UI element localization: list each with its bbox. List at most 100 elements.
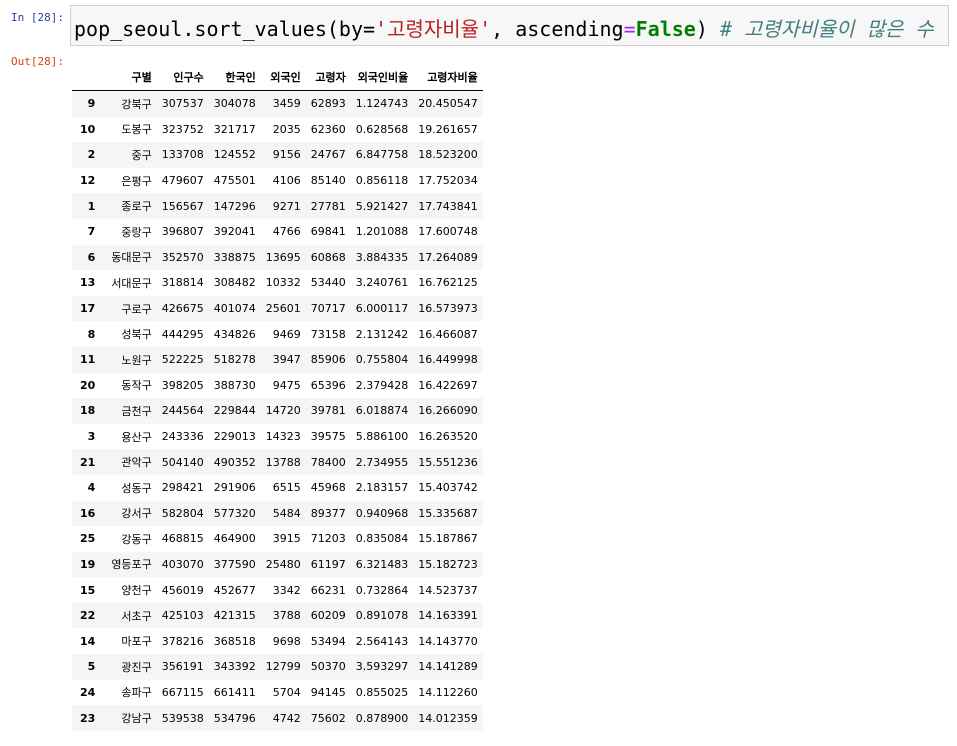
- table-cell: 16.449998: [418, 353, 478, 367]
- table-cell: 광진구: [121, 660, 152, 674]
- code-call: pop_seoul.sort_values(by=: [74, 17, 376, 41]
- table-cell: 17.752034: [418, 174, 478, 188]
- table-cell: 19.261657: [418, 122, 478, 136]
- table-cell: 368518: [213, 634, 256, 648]
- table-cell: 구로구: [121, 302, 152, 316]
- table-cell: 0.891078: [355, 609, 409, 623]
- table-cell: 321717: [213, 122, 256, 136]
- table-cell: 강북구: [121, 97, 152, 111]
- table-cell: 15.187867: [418, 532, 478, 546]
- table-row: 17 구로구 426675 401074 25601 70717 6.000117 16.57…: [72, 295, 483, 322]
- table-cell: 4766: [272, 225, 301, 239]
- table-cell: 70717: [310, 302, 346, 316]
- table-cell: 서초구: [121, 609, 152, 623]
- table-cell: 14.523737: [418, 583, 478, 597]
- code-operator: =: [623, 17, 636, 41]
- input-prompt: In [28]:: [11, 11, 64, 24]
- table-cell: 403070: [161, 557, 204, 571]
- table-cell: 3.884335: [355, 250, 409, 264]
- table-cell: 45968: [310, 481, 346, 495]
- code-cell[interactable]: pop_seoul.sort_values(by='고령자비율', ascend…: [70, 5, 949, 46]
- table-cell: 475501: [213, 174, 256, 188]
- table-cell: 마포구: [121, 635, 152, 649]
- table-cell: 중랑구: [121, 225, 152, 239]
- table-cell: 0.855025: [355, 685, 409, 699]
- table-cell: 9469: [272, 327, 301, 341]
- row-index: 1: [87, 199, 96, 213]
- table-cell: 307537: [161, 97, 204, 111]
- table-cell: 강남구: [121, 712, 152, 726]
- table-cell: 94145: [310, 685, 346, 699]
- table-row: 1 종로구 156567 147296 9271 27781 5.921427 17.7438…: [72, 193, 483, 219]
- table-cell: 3459: [272, 97, 301, 111]
- table-cell: 노원구: [121, 353, 152, 367]
- table-cell: 동대문구: [111, 251, 152, 265]
- table-row: 21 관악구 504140 490352 13788 78400 2.734955 15.55…: [72, 449, 483, 475]
- table-cell: 5.921427: [355, 199, 409, 213]
- table-cell: 0.940968: [355, 506, 409, 520]
- table-cell: 1.124743: [355, 97, 409, 111]
- table-cell: 5484: [272, 506, 301, 520]
- table-cell: 378216: [161, 634, 204, 648]
- table-cell: 582804: [161, 506, 204, 520]
- table-cell: 성동구: [121, 481, 152, 495]
- table-cell: 0.628568: [355, 122, 409, 136]
- table-cell: 16.263520: [418, 430, 478, 444]
- row-index: 17: [80, 302, 96, 316]
- column-header: 고령자: [305, 64, 351, 91]
- row-index: 5: [87, 660, 96, 674]
- table-row: 24 송파구 667115 661411 5704 94145 0.855025 14.112…: [72, 680, 483, 706]
- row-index: 20: [80, 378, 96, 392]
- table-row: 12 은평구 479607 475501 4106 85140 0.856118 17.752…: [72, 168, 483, 194]
- table-cell: 성북구: [121, 328, 152, 342]
- table-cell: 0.732864: [355, 583, 409, 597]
- table-cell: 426675: [161, 302, 204, 316]
- table-row: 20 동작구 398205 388730 9475 65396 2.379428 16.422…: [72, 373, 483, 399]
- table-cell: 3342: [272, 583, 301, 597]
- table-cell: 62893: [310, 97, 346, 111]
- table-cell: 6.847758: [355, 148, 409, 162]
- row-index: 14: [80, 634, 96, 648]
- table-cell: 2.379428: [355, 378, 409, 392]
- column-header: 외국인: [260, 64, 306, 91]
- table-cell: 377590: [213, 557, 256, 571]
- header-row: 구별 인구수 한국인 외국인 고령자 외국인비율 고령자비율: [72, 64, 483, 91]
- row-index: 6: [87, 250, 96, 264]
- table-cell: 2.183157: [355, 481, 409, 495]
- table-cell: 9271: [272, 199, 301, 213]
- table-cell: 16.422697: [418, 378, 478, 392]
- table-cell: 421315: [213, 609, 256, 623]
- table-cell: 50370: [310, 660, 346, 674]
- row-index: 16: [80, 506, 96, 520]
- code-line[interactable]: pop_seoul.sort_values(by='고령자비율', ascend…: [74, 13, 934, 42]
- table-cell: 85906: [310, 353, 346, 367]
- table-cell: 금천구: [121, 404, 152, 418]
- table-cell: 16.266090: [418, 404, 478, 418]
- table-cell: 71203: [310, 532, 346, 546]
- table-row: 18 금천구 244564 229844 14720 39781 6.018874 16.26…: [72, 398, 483, 424]
- table-cell: 667115: [161, 685, 204, 699]
- dataframe-table: 구별 인구수 한국인 외국인 고령자 외국인비율 고령자비율 9 강북구 307537 30407…: [72, 64, 483, 731]
- row-index: 22: [80, 609, 96, 623]
- table-cell: 12799: [265, 660, 301, 674]
- table-cell: 425103: [161, 609, 204, 623]
- table-cell: 577320: [213, 506, 256, 520]
- table-row: 19 영등포구 403070 377590 25480 61197 6.321483 15.1…: [72, 551, 483, 578]
- table-cell: 318814: [161, 276, 204, 290]
- table-cell: 6515: [272, 481, 301, 495]
- table-cell: 323752: [161, 122, 204, 136]
- table-cell: 401074: [213, 302, 256, 316]
- table-cell: 75602: [310, 711, 346, 725]
- table-cell: 14.141289: [418, 660, 478, 674]
- table-cell: 5704: [272, 685, 301, 699]
- table-cell: 73158: [310, 327, 346, 341]
- table-cell: 9156: [272, 148, 301, 162]
- table-cell: 468815: [161, 532, 204, 546]
- table-row: 13 서대문구 318814 308482 10332 53440 3.240761 16.7…: [72, 270, 483, 296]
- table-row: 2 중구 133708 124552 9156 24767 6.847758 18.52320…: [72, 142, 483, 168]
- table-cell: 서대문구: [111, 276, 152, 290]
- table-cell: 60209: [310, 609, 346, 623]
- table-cell: 343392: [213, 660, 256, 674]
- table-row: 6 동대문구 352570 338875 13695 60868 3.884335 17.26…: [72, 244, 483, 271]
- table-row: 15 양천구 456019 452677 3342 66231 0.732864 14.523…: [72, 577, 483, 603]
